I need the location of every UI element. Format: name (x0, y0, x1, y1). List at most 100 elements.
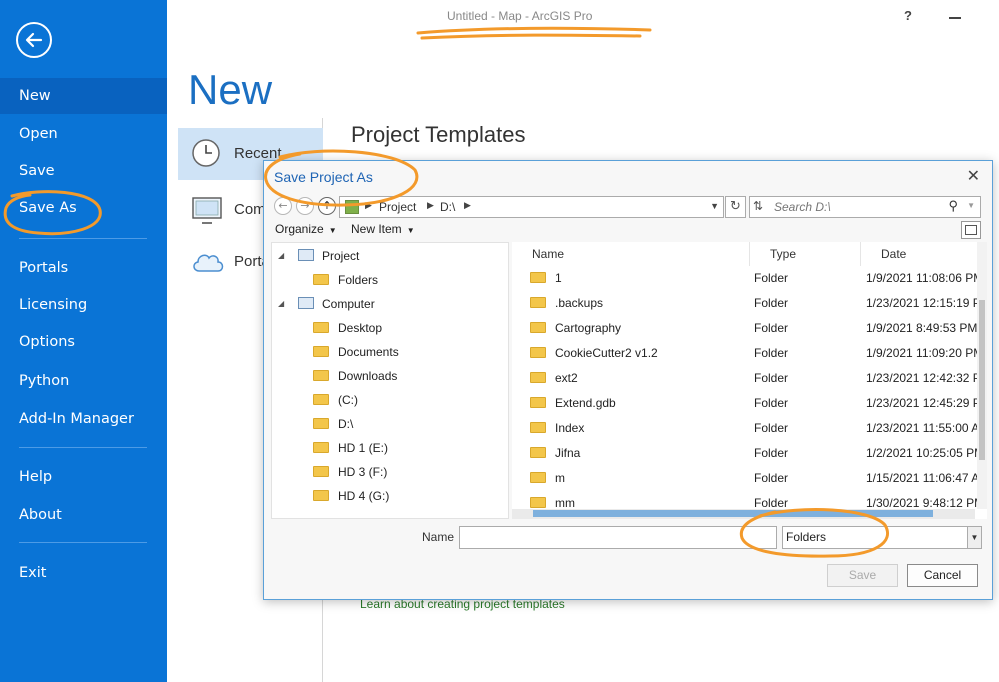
file-row[interactable]: 1 Folder 1/9/2021 11:08:06 PM (512, 266, 987, 291)
tree-item-d-drive[interactable]: D:\ (313, 414, 353, 434)
file-name: .backups (555, 296, 604, 310)
back-arrow-icon[interactable]: ← (274, 197, 292, 215)
dialog-title: Save Project As (274, 169, 373, 185)
cloud-icon (193, 254, 224, 272)
file-row[interactable]: m Folder 1/15/2021 11:06:47 AM (512, 466, 987, 491)
chevron-down-icon[interactable]: ▼ (967, 527, 981, 548)
sort-icon[interactable]: ⇅ (753, 199, 763, 213)
drive-icon (313, 442, 329, 453)
file-type: Folder (754, 296, 789, 310)
tree-item-folders[interactable]: Folders (313, 270, 378, 290)
tree-label: Computer (322, 297, 375, 311)
forward-arrow-icon[interactable]: → (296, 197, 314, 215)
tree-item-e-drive[interactable]: HD 1 (E:) (313, 438, 388, 458)
drive-icon (313, 394, 329, 405)
new-item-button[interactable]: New Item ▼ (351, 222, 415, 236)
clock-icon (192, 139, 220, 167)
close-icon[interactable]: ✕ (967, 166, 980, 185)
file-row[interactable]: Extend.gdb Folder 1/23/2021 12:45:29 PM (512, 391, 987, 416)
sidebar-item-python[interactable]: Python (0, 363, 167, 399)
search-icon[interactable]: ⚲ (948, 198, 958, 214)
save-button[interactable]: Save (827, 564, 898, 587)
file-date: 1/23/2021 12:15:19 PM (866, 296, 987, 310)
chevron-down-icon[interactable]: ▼ (967, 201, 975, 210)
view-grid-icon (965, 225, 977, 235)
column-header-date[interactable]: Date (861, 242, 987, 266)
file-date: 1/9/2021 11:09:20 PM (866, 346, 984, 360)
folder-icon (530, 347, 546, 358)
expand-icon[interactable]: ◢ (278, 294, 284, 314)
file-date: 1/9/2021 8:49:53 PM (866, 321, 978, 335)
file-type: Folder (754, 471, 789, 485)
column-header-name[interactable]: Name (512, 242, 750, 266)
help-button[interactable]: ? (904, 8, 912, 23)
horizontal-scrollbar[interactable] (512, 509, 975, 519)
sidebar-item-about[interactable]: About (0, 497, 167, 533)
back-button[interactable] (16, 22, 52, 58)
organize-button[interactable]: Organize ▼ (275, 222, 337, 236)
folder-icon (530, 497, 546, 508)
file-name: mm (555, 496, 575, 510)
tree-item-f-drive[interactable]: HD 3 (F:) (313, 462, 387, 482)
window-title: Untitled - Map - ArcGIS Pro (447, 9, 593, 23)
sidebar-item-save[interactable]: Save (0, 153, 167, 189)
search-input[interactable] (774, 199, 944, 215)
file-row[interactable]: CookieCutter2 v1.2 Folder 1/9/2021 11:09:2… (512, 341, 987, 366)
minimize-button[interactable] (949, 17, 961, 19)
tree-label: Documents (338, 345, 399, 359)
vertical-scrollbar[interactable] (977, 242, 987, 509)
breadcrumb-project[interactable]: Project (379, 200, 416, 214)
sidebar-divider (19, 542, 147, 543)
file-row[interactable]: Index Folder 1/23/2021 11:55:00 AM (512, 416, 987, 441)
file-row[interactable]: Jifna Folder 1/2/2021 10:25:05 PM (512, 441, 987, 466)
scroll-thumb[interactable] (979, 300, 985, 460)
sidebar-item-options[interactable]: Options (0, 324, 167, 360)
cancel-button[interactable]: Cancel (907, 564, 978, 587)
sidebar-item-open[interactable]: Open (0, 116, 167, 152)
file-date: 1/23/2021 12:42:32 PM (866, 371, 987, 385)
tree-item-downloads[interactable]: Downloads (313, 366, 397, 386)
sidebar-item-portals[interactable]: Portals (0, 250, 167, 286)
file-type: Folder (754, 321, 789, 335)
sidebar-item-licensing[interactable]: Licensing (0, 287, 167, 323)
search-box[interactable]: ⇅ ⚲ ▼ (749, 196, 981, 218)
tree-item-documents[interactable]: Documents (313, 342, 399, 362)
folder-icon (530, 272, 546, 283)
view-toggle-button[interactable] (961, 221, 981, 239)
sidebar-item-help[interactable]: Help (0, 459, 167, 495)
file-row[interactable]: Cartography Folder 1/9/2021 8:49:53 PM (512, 316, 987, 341)
name-input[interactable] (459, 526, 777, 549)
tree-label: Desktop (338, 321, 383, 335)
organize-label: Organize (275, 222, 324, 236)
file-date: 1/23/2021 12:45:29 PM (866, 396, 987, 410)
sidebar-item-add-in-manager[interactable]: Add-In Manager (0, 401, 167, 437)
tree-item-c-drive[interactable]: (C:) (313, 390, 358, 410)
folder-icon (530, 372, 546, 383)
computer-icon (298, 297, 314, 309)
tree-label: Downloads (338, 369, 398, 383)
folder-icon (313, 322, 329, 333)
project-templates-heading: Project Templates (351, 122, 526, 147)
file-row[interactable]: ext2 Folder 1/23/2021 12:42:32 PM (512, 366, 987, 391)
tree-item-desktop[interactable]: Desktop (313, 318, 382, 338)
chevron-down-icon[interactable]: ▼ (710, 201, 719, 211)
tree-item-g-drive[interactable]: HD 4 (G:) (313, 486, 389, 506)
sidebar-item-save-as[interactable]: Save As (0, 190, 167, 226)
sidebar-item-new[interactable]: New (0, 78, 167, 114)
column-header-type[interactable]: Type (750, 242, 861, 266)
chevron-down-icon: ▼ (406, 226, 415, 235)
address-bar[interactable]: ▶ Project ▶ D:\ ▶ ▼ (339, 196, 724, 218)
file-type: Folder (754, 421, 789, 435)
backstage-sidebar: New Open Save Save As Portals Licensing … (0, 0, 167, 682)
tree-label: HD 4 (G:) (338, 489, 390, 503)
up-arrow-icon[interactable]: ↑ (318, 197, 336, 215)
expand-icon[interactable]: ◢ (278, 246, 284, 266)
sidebar-divider (19, 238, 147, 239)
breadcrumb-drive[interactable]: D:\ (440, 200, 455, 214)
file-row[interactable]: .backups Folder 1/23/2021 12:15:19 PM (512, 291, 987, 316)
scroll-thumb[interactable] (533, 510, 933, 517)
refresh-icon[interactable]: ↻ (725, 196, 746, 218)
sidebar-item-exit[interactable]: Exit (0, 555, 167, 591)
file-type-select[interactable]: Folders ▼ (782, 526, 982, 549)
project-icon (298, 249, 314, 261)
